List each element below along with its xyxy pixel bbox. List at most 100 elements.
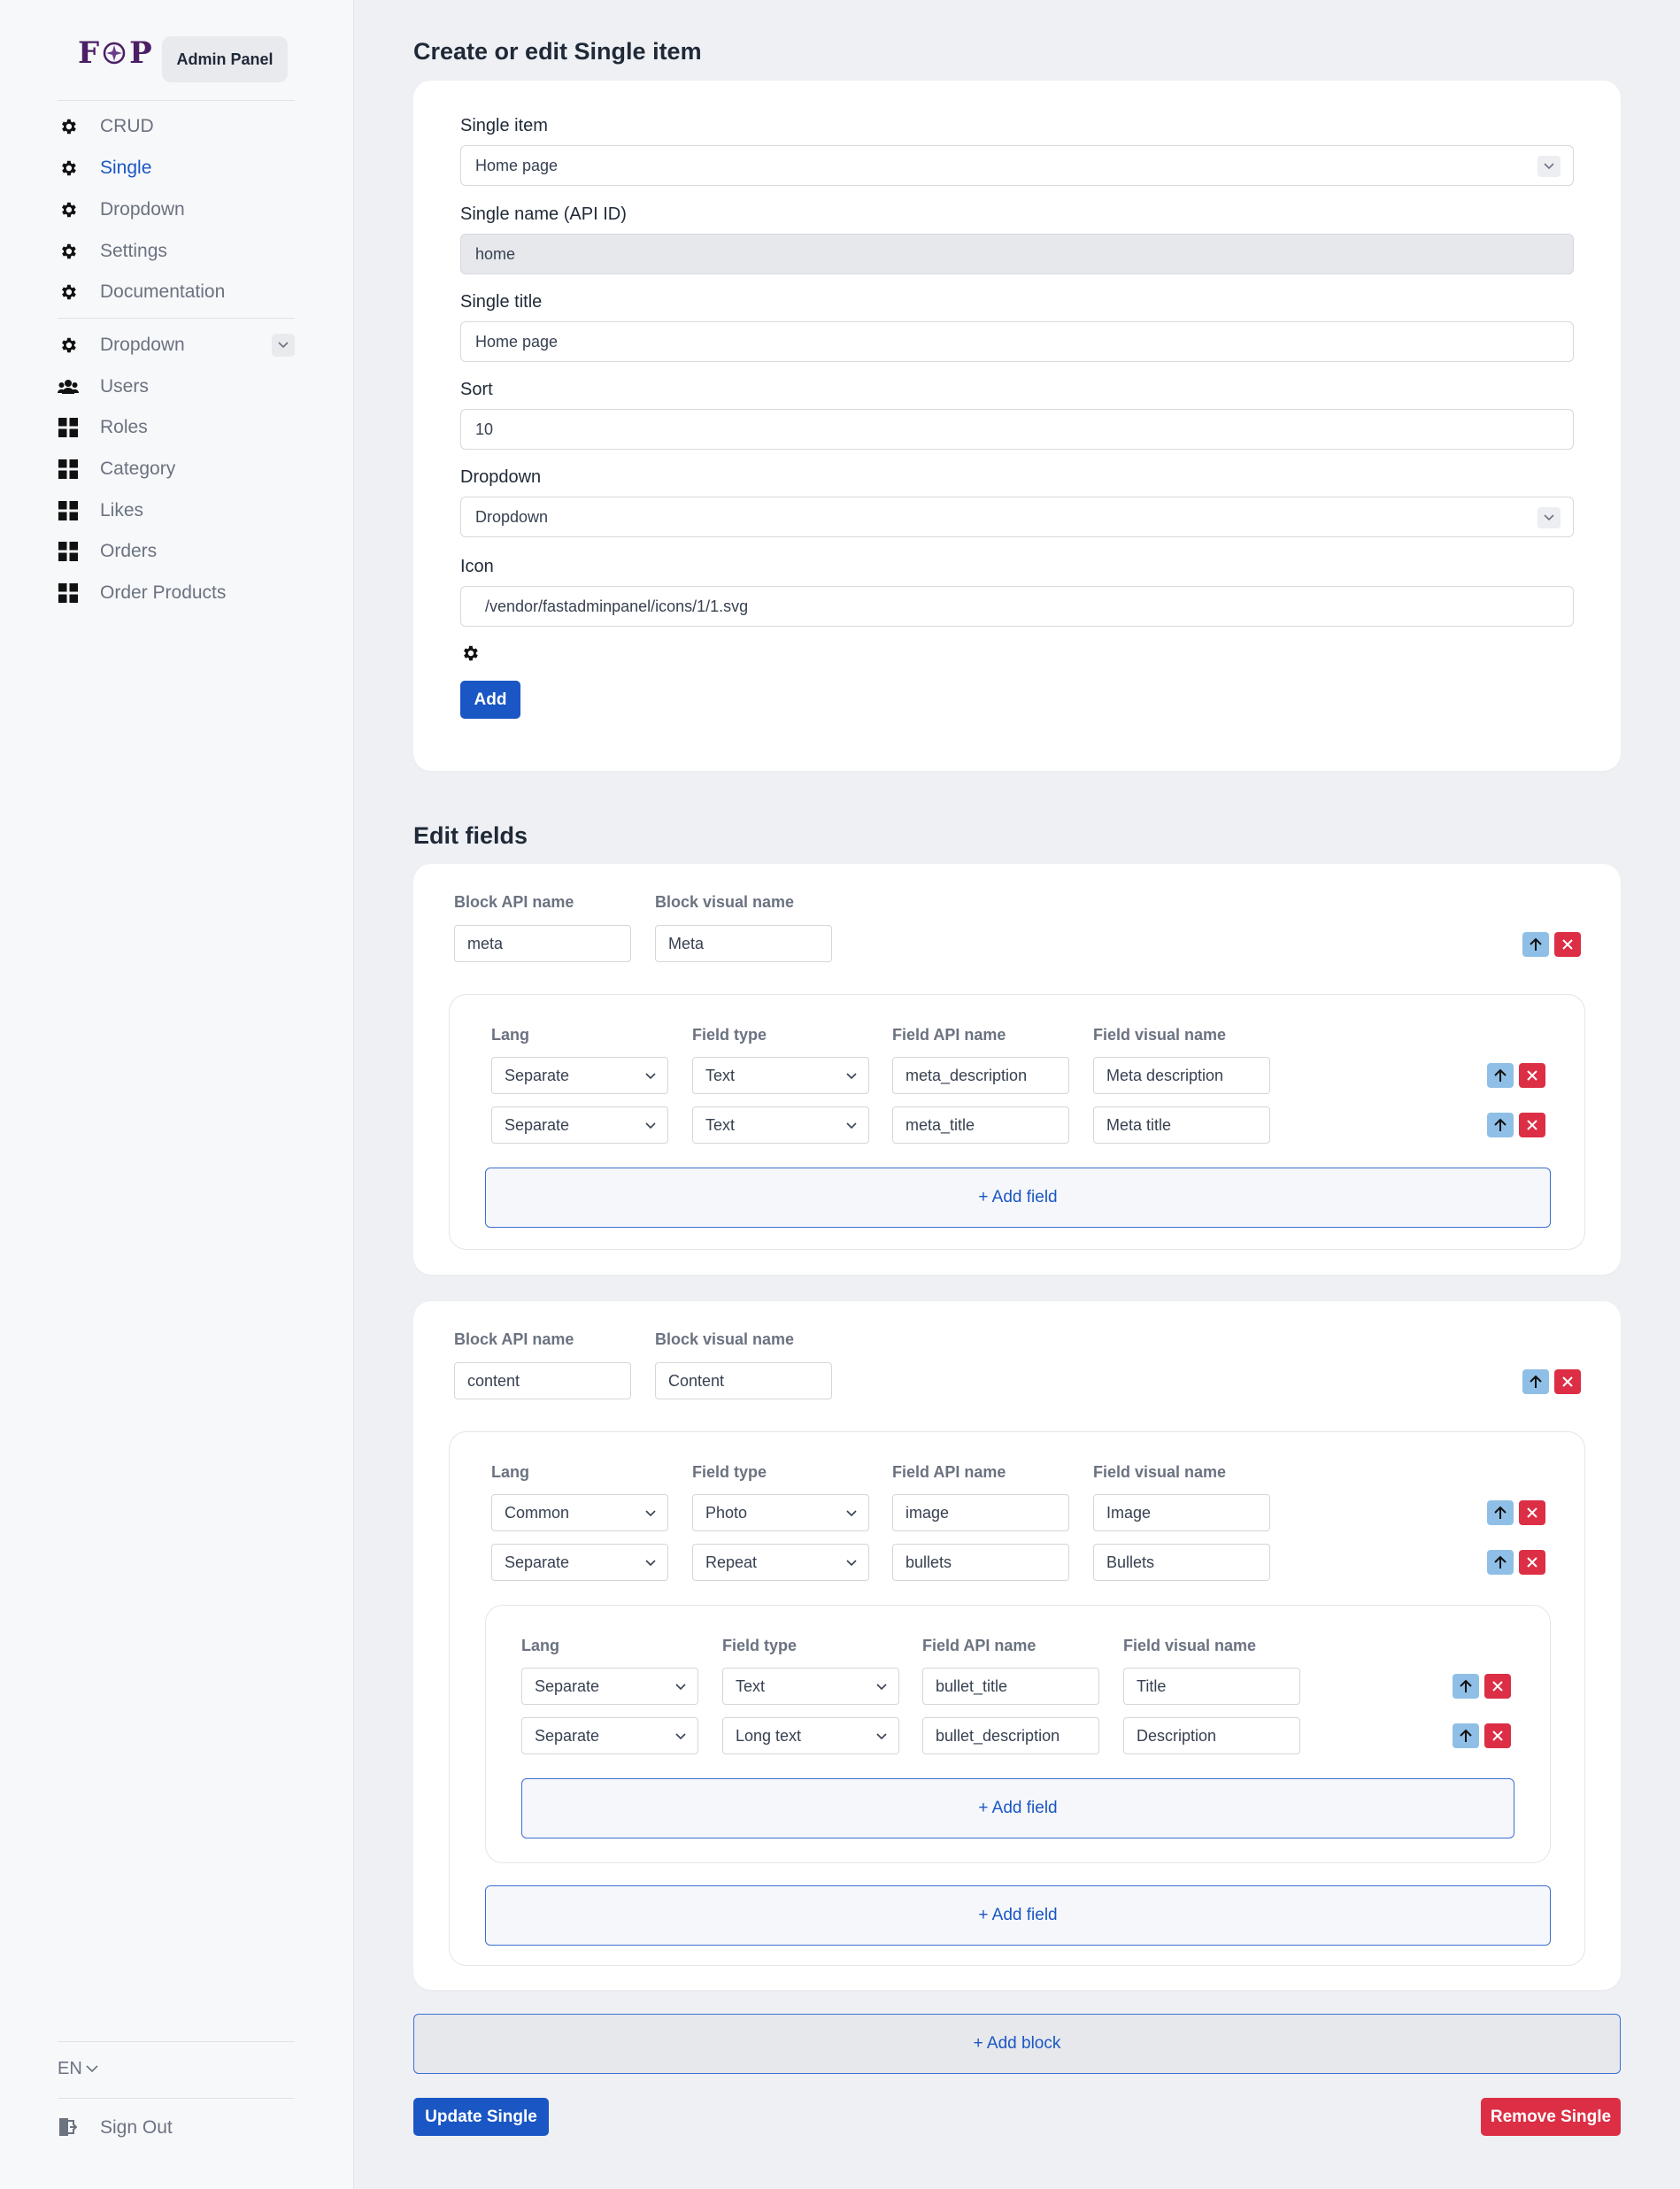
block-api-name-input[interactable]: content — [454, 1362, 631, 1399]
delete-field-button[interactable] — [1519, 1550, 1545, 1575]
field-visual-name-input[interactable]: Meta title — [1093, 1106, 1270, 1144]
sign-out-button[interactable]: Sign Out — [58, 2110, 173, 2146]
field-api-name-input[interactable]: image — [892, 1494, 1069, 1531]
add-nested-field-button[interactable]: + Add field — [521, 1778, 1514, 1838]
field-api-name-input[interactable]: bullets — [892, 1544, 1069, 1581]
field-api-name-input[interactable]: meta_description — [892, 1057, 1069, 1094]
field-type-select[interactable]: Photo — [692, 1494, 869, 1531]
icon-path-input[interactable]: /vendor/fastadminpanel/icons/1/1.svg — [460, 586, 1574, 627]
grid-icon — [58, 541, 79, 562]
block-visual-name-input[interactable]: Meta — [655, 925, 832, 962]
field-type-select[interactable]: Text — [692, 1106, 869, 1144]
field-visual-name-input[interactable]: Title — [1123, 1668, 1300, 1705]
block-visual-name-input[interactable]: Content — [655, 1362, 832, 1399]
delete-field-button[interactable] — [1519, 1500, 1545, 1525]
add-field-button[interactable]: + Add field — [485, 1885, 1551, 1946]
sidebar-item-label: Likes — [100, 500, 144, 520]
arrow-up-icon — [1460, 1679, 1472, 1692]
chevron-down-icon — [1537, 156, 1561, 177]
col-field-api-name: Field API name — [892, 1026, 1006, 1044]
brand-logo[interactable]: F P — [78, 35, 152, 71]
close-icon — [1492, 1730, 1503, 1741]
sidebar-item-single[interactable]: Single — [58, 150, 151, 186]
single-item-label: Single item — [460, 116, 548, 135]
field-api-value: bullet_description — [936, 1726, 1060, 1745]
field-api-name-input[interactable]: bullet_description — [922, 1717, 1099, 1754]
move-up-button[interactable] — [1453, 1674, 1479, 1699]
lang-select[interactable]: Separate — [491, 1057, 668, 1094]
remove-single-button[interactable]: Remove Single — [1481, 2098, 1621, 2136]
brand-letter-f: F — [78, 35, 100, 71]
field-type-select[interactable]: Text — [692, 1057, 869, 1094]
lang-select[interactable]: Common — [491, 1494, 668, 1531]
arrow-up-icon — [1494, 1118, 1507, 1131]
field-api-name-input[interactable]: bullet_title — [922, 1668, 1099, 1705]
sidebar-item-category[interactable]: Category — [58, 451, 175, 487]
brand-letter-p: P — [129, 35, 152, 71]
move-up-button[interactable] — [1487, 1550, 1514, 1575]
add-block-button[interactable]: + Add block — [413, 2014, 1621, 2074]
field-type-select[interactable]: Repeat — [692, 1544, 869, 1581]
sidebar-item-settings[interactable]: Settings — [58, 234, 167, 269]
delete-field-button[interactable] — [1519, 1113, 1545, 1137]
sidebar-item-crud[interactable]: CRUD — [58, 109, 154, 144]
update-single-button[interactable]: Update Single — [413, 2098, 549, 2136]
field-visual-name-input[interactable]: Image — [1093, 1494, 1270, 1531]
block-api-name-label: Block API name — [454, 893, 574, 911]
lang-select[interactable]: Separate — [491, 1106, 668, 1144]
gear-icon — [58, 199, 79, 220]
chevron-down-icon[interactable] — [272, 334, 295, 357]
col-field-type: Field type — [722, 1637, 798, 1654]
field-type-value: Long text — [736, 1726, 802, 1745]
lang-select[interactable]: Separate — [521, 1717, 698, 1754]
sidebar-item-dropdown[interactable]: Dropdown — [58, 192, 185, 227]
sidebar-item-users[interactable]: Users — [58, 369, 149, 405]
move-up-button[interactable] — [1522, 932, 1549, 957]
field-visual-name-input[interactable]: Description — [1123, 1717, 1300, 1754]
sidebar-item-likes[interactable]: Likes — [58, 493, 143, 528]
col-field-visual-name: Field visual name — [1123, 1637, 1257, 1654]
move-up-button[interactable] — [1487, 1500, 1514, 1525]
users-icon — [58, 376, 79, 397]
edit-fields-title: Edit fields — [413, 822, 528, 849]
field-api-name-input[interactable]: meta_title — [892, 1106, 1069, 1144]
delete-field-button[interactable] — [1484, 1723, 1511, 1748]
lang-select[interactable]: Separate — [521, 1668, 698, 1705]
lang-select[interactable]: Separate — [491, 1544, 668, 1581]
field-visual-name-input[interactable]: Meta description — [1093, 1057, 1270, 1094]
move-up-button[interactable] — [1522, 1369, 1549, 1394]
delete-field-button[interactable] — [1484, 1674, 1511, 1699]
field-type-value: Text — [705, 1115, 736, 1134]
sidebar-item-roles[interactable]: Roles — [58, 410, 148, 445]
move-up-button[interactable] — [1487, 1063, 1514, 1088]
arrow-up-icon — [1530, 1375, 1542, 1388]
sign-out-icon — [58, 2117, 79, 2139]
add-field-button[interactable]: + Add field — [485, 1168, 1551, 1228]
delete-block-button[interactable] — [1554, 1369, 1581, 1394]
language-switcher[interactable]: EN — [58, 2059, 98, 2079]
close-icon — [1562, 939, 1573, 950]
field-visual-name-input[interactable]: Bullets — [1093, 1544, 1270, 1581]
move-up-button[interactable] — [1453, 1723, 1479, 1748]
field-type-select[interactable]: Long text — [722, 1717, 899, 1754]
sidebar-divider — [58, 2041, 295, 2042]
dropdown-select[interactable]: Dropdown — [460, 497, 1574, 537]
block-api-name-input[interactable]: meta — [454, 925, 631, 962]
sidebar-item-dropdown-group[interactable]: Dropdown — [58, 328, 185, 363]
sidebar-item-label: Orders — [100, 541, 158, 561]
sidebar-item-label: Dropdown — [100, 335, 185, 355]
sidebar-item-order-products[interactable]: Order Products — [58, 575, 226, 611]
sidebar-item-label: Users — [100, 376, 149, 397]
field-type-select[interactable]: Text — [722, 1668, 899, 1705]
sort-input[interactable]: 10 — [460, 409, 1574, 450]
single-title-input[interactable]: Home page — [460, 321, 1574, 362]
delete-block-button[interactable] — [1554, 932, 1581, 957]
add-button[interactable]: Add — [460, 681, 520, 719]
admin-panel-badge[interactable]: Admin Panel — [162, 36, 288, 82]
move-up-button[interactable] — [1487, 1113, 1514, 1137]
delete-field-button[interactable] — [1519, 1063, 1545, 1088]
page-title: Create or edit Single item — [413, 38, 702, 65]
single-item-select[interactable]: Home page — [460, 145, 1574, 186]
sidebar-item-orders[interactable]: Orders — [58, 534, 157, 569]
sidebar-item-documentation[interactable]: Documentation — [58, 274, 225, 310]
